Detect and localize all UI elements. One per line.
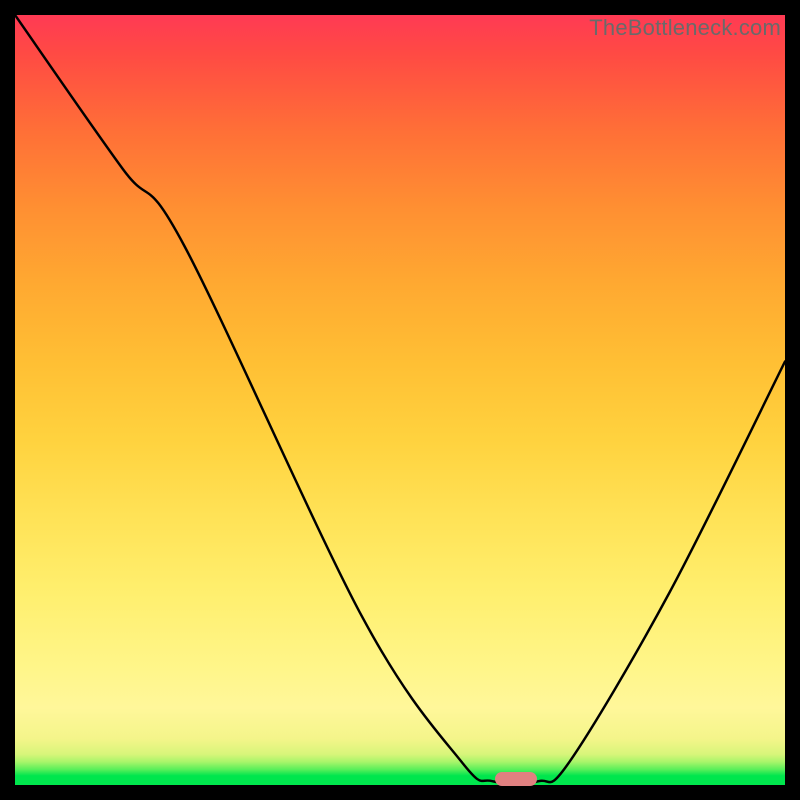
optimum-marker [495, 772, 537, 786]
attribution-watermark: TheBottleneck.com [589, 15, 781, 41]
plot-area: TheBottleneck.com [15, 15, 785, 785]
bottleneck-curve [15, 15, 785, 785]
chart-frame: TheBottleneck.com [0, 0, 800, 800]
